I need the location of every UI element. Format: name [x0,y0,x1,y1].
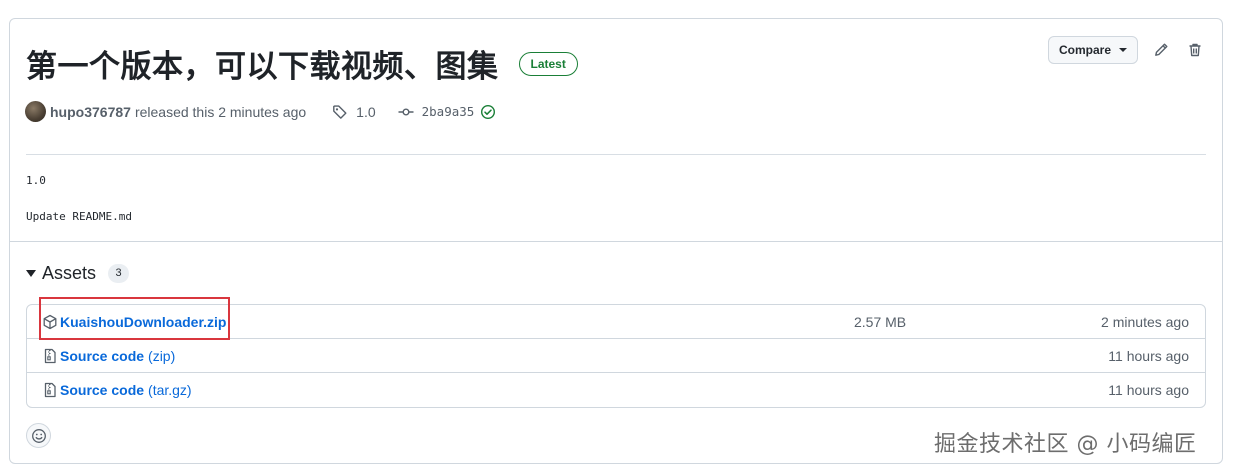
asset-name: Source code [60,347,145,364]
author-link[interactable]: hupo376787 [50,104,131,120]
release-title[interactable]: 第一个版本，可以下载视频、图集 [26,41,499,86]
file-zip-icon [44,382,56,398]
compare-label: Compare [1058,43,1111,57]
release-notes-line: Update README.md [26,210,132,223]
release-card: 第一个版本，可以下载视频、图集 Latest Compare hupo37678… [9,18,1223,464]
tag-link[interactable]: 1.0 [332,103,376,120]
asset-time: 11 hours ago [1108,382,1189,398]
assets-toggle[interactable]: Assets 3 [26,263,130,284]
delete-button[interactable] [1184,39,1206,61]
git-commit-icon [398,107,414,115]
released-text: released this 2 minutes ago [134,103,307,120]
divider [26,154,1206,155]
assets-title: Assets [42,263,97,283]
file-zip-icon [44,348,56,363]
commit-link[interactable]: 2ba9a35 [398,104,497,120]
check-circle-icon[interactable] [480,104,496,120]
release-notes-line: 1.0 [26,174,46,187]
asset-size: 2.57 MB [854,313,907,330]
commit-sha: 2ba9a35 [421,104,475,119]
add-reaction-button[interactable] [26,423,51,448]
trash-icon [1189,43,1201,57]
asset-time: 11 hours ago [1108,347,1189,364]
tag-name: 1.0 [356,103,376,120]
package-icon [43,314,57,329]
smiley-icon [31,428,46,443]
asset-name: Source code [60,382,145,398]
caret-down-icon [1119,48,1127,52]
asset-list: KuaishouDownloader.zip 2.57 MB 2 minutes… [26,304,1206,408]
asset-row: Source code (zip) 11 hours ago [27,339,1205,373]
asset-link-kuaishou-zip[interactable]: KuaishouDownloader.zip [42,314,226,330]
watermark: 掘金技术社区 @ 小码编匠 [934,432,1197,457]
asset-ext: (zip) [148,347,176,364]
triangle-down-icon [26,270,36,277]
edit-button[interactable] [1150,39,1172,61]
asset-ext: (tar.gz) [148,382,192,398]
avatar[interactable] [25,101,46,122]
asset-row: KuaishouDownloader.zip 2.57 MB 2 minutes… [27,305,1205,339]
asset-name: KuaishouDownloader.zip [60,313,227,330]
asset-time: 2 minutes ago [1101,313,1189,330]
assets-count: 3 [108,264,130,283]
compare-button[interactable]: Compare [1047,36,1138,64]
divider [10,241,1222,242]
asset-row: Source code (tar.gz) 11 hours ago [27,373,1205,407]
latest-badge: Latest [518,51,578,76]
pencil-icon [1155,43,1168,56]
release-header: 第一个版本，可以下载视频、图集 Latest [26,41,578,86]
asset-link-source-zip[interactable]: Source code (zip) [42,348,175,364]
asset-link-source-targz[interactable]: Source code (tar.gz) [42,382,192,398]
release-actions: Compare [1047,36,1206,64]
tag-icon [333,104,347,119]
release-meta: hupo376787 released this 2 minutes ago 1… [25,101,496,122]
